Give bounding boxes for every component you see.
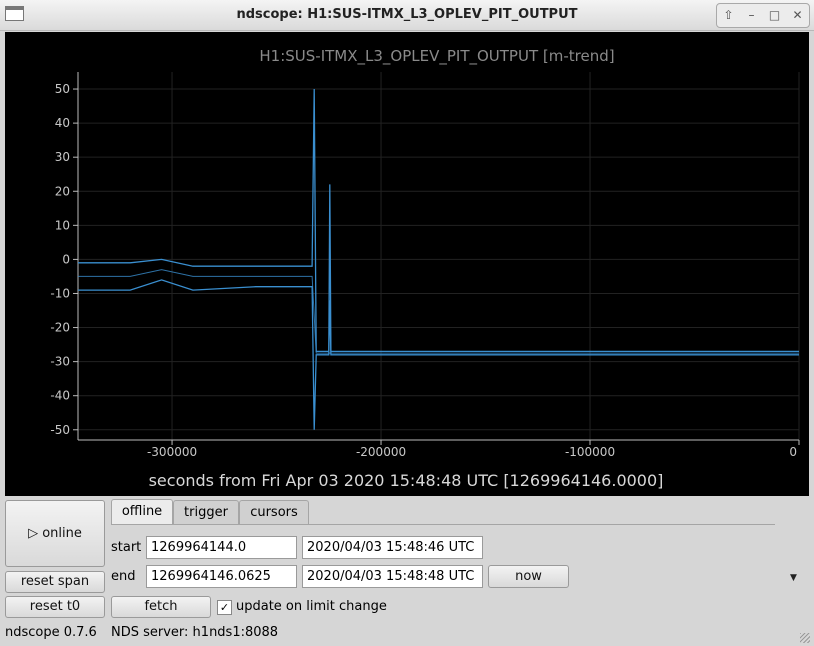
arrow-up-icon[interactable]: ⇧ bbox=[717, 4, 740, 27]
start-utc-input[interactable] bbox=[302, 536, 483, 559]
reset-t0-button[interactable]: reset t0 bbox=[5, 596, 105, 618]
online-button[interactable]: ▷ online bbox=[5, 500, 105, 567]
close-icon[interactable]: ✕ bbox=[786, 4, 809, 27]
window-controls: ⇧ – □ ✕ bbox=[716, 3, 810, 28]
tab-cursors[interactable]: cursors bbox=[239, 500, 309, 525]
minimize-icon[interactable]: – bbox=[740, 4, 763, 27]
y-tick-label: -20 bbox=[50, 321, 70, 335]
tab-offline[interactable]: offline bbox=[111, 499, 173, 525]
nds-server-label: NDS server: h1nds1:8088 bbox=[111, 625, 279, 640]
chevron-down-icon[interactable]: ▼ bbox=[790, 573, 797, 583]
reset-span-button[interactable]: reset span bbox=[5, 571, 105, 593]
version-label: ndscope 0.7.6 bbox=[5, 625, 97, 640]
plot-grid bbox=[78, 72, 800, 440]
plot-area[interactable]: 50 40 30 20 10 0 -10 -20 -30 -40 -50 -300000 -200000… bbox=[5, 32, 809, 496]
x-tick-label: 0 bbox=[789, 445, 797, 459]
update-checkbox[interactable]: ✓ bbox=[217, 600, 232, 615]
x-tick-label: -200000 bbox=[356, 445, 406, 459]
window-titlebar: ndscope: H1:SUS-ITMX_L3_OPLEV_PIT_OUTPUT… bbox=[0, 0, 814, 31]
series-line-min bbox=[78, 279, 799, 430]
plot-title: H1:SUS-ITMX_L3_OPLEV_PIT_OUTPUT [m-trend… bbox=[259, 47, 614, 66]
fetch-button[interactable]: fetch bbox=[111, 596, 211, 618]
end-gps-input[interactable] bbox=[146, 565, 297, 588]
tab-divider bbox=[111, 524, 775, 525]
update-checkbox-label: update on limit change bbox=[236, 599, 387, 614]
maximize-icon[interactable]: □ bbox=[763, 4, 786, 27]
series-line-mean bbox=[78, 269, 799, 354]
x-tick-label: -100000 bbox=[565, 445, 615, 459]
start-gps-input[interactable] bbox=[146, 536, 297, 559]
y-tick-label: 10 bbox=[55, 218, 70, 232]
end-utc-input[interactable] bbox=[302, 565, 483, 588]
tab-trigger[interactable]: trigger bbox=[173, 500, 239, 525]
plot-axes: 50 40 30 20 10 0 -10 -20 -30 -40 -50 -300000 -200000… bbox=[50, 72, 800, 459]
start-label: start bbox=[111, 540, 142, 555]
y-tick-label: -10 bbox=[50, 286, 70, 300]
y-tick-label: -50 bbox=[50, 423, 70, 437]
trend-chart[interactable]: 50 40 30 20 10 0 -10 -20 -30 -40 -50 -300000 -200000… bbox=[5, 32, 809, 496]
y-tick-label: 50 bbox=[55, 82, 70, 96]
x-tick-label: -300000 bbox=[147, 445, 197, 459]
y-tick-label: 0 bbox=[62, 252, 70, 266]
y-tick-label: 30 bbox=[55, 150, 70, 164]
resize-grip-icon[interactable] bbox=[800, 633, 810, 643]
series-line-max bbox=[78, 88, 799, 353]
now-button[interactable]: now bbox=[488, 565, 569, 588]
y-tick-label: 20 bbox=[55, 184, 70, 198]
y-tick-label: 40 bbox=[55, 116, 70, 130]
y-tick-label: -30 bbox=[50, 355, 70, 369]
y-tick-label: -40 bbox=[50, 389, 70, 403]
window-title: ndscope: H1:SUS-ITMX_L3_OPLEV_PIT_OUTPUT bbox=[236, 7, 578, 22]
end-label: end bbox=[111, 569, 136, 584]
x-axis-label: seconds from Fri Apr 03 2020 15:48:48 UT… bbox=[149, 471, 664, 490]
